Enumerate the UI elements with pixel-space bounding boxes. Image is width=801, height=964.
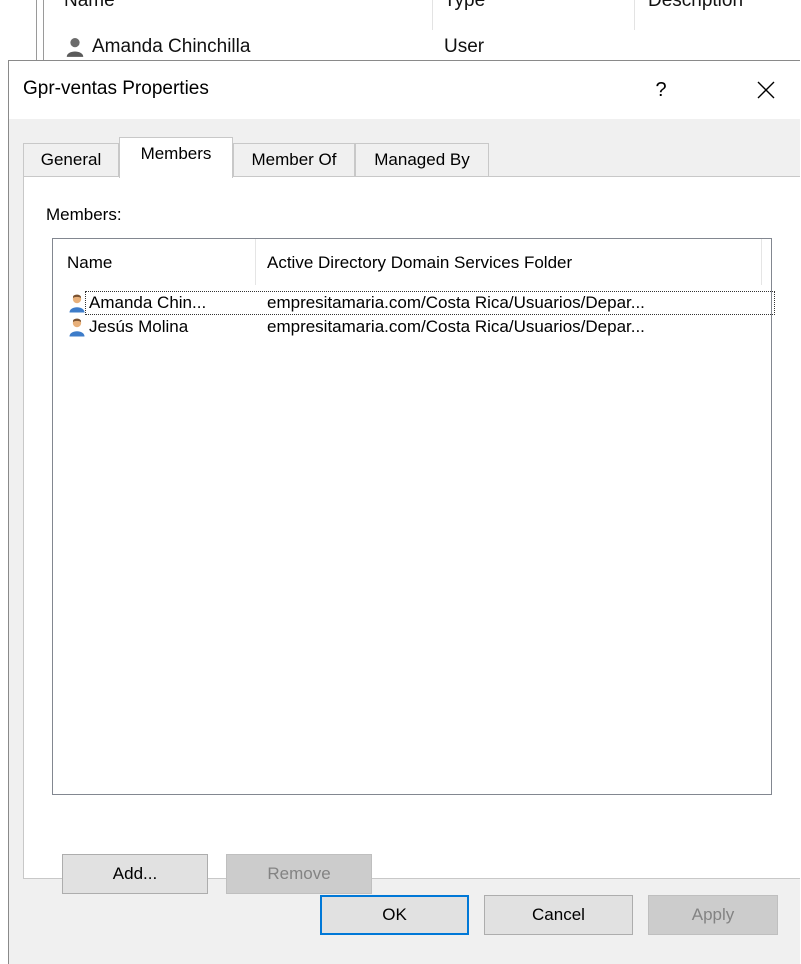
column-separator[interactable] [761,239,762,285]
tab-member-of[interactable]: Member Of [233,143,355,177]
bg-list-item-type: User [444,36,485,57]
bg-column-separator [432,0,433,30]
members-label: Members: [46,205,122,224]
list-item[interactable]: Jesús Molina empresitamaria.com/Costa Ri… [63,315,763,339]
bg-list-item[interactable]: Amanda Chinchilla [64,36,250,58]
members-list[interactable]: Name Active Directory Domain Services Fo… [52,238,775,795]
properties-dialog: Gpr-ventas Properties ? General Members … [8,60,800,964]
member-folder: empresitamaria.com/Costa Rica/Usuarios/D… [267,317,645,336]
tab-managed-by[interactable]: Managed By [355,143,489,177]
user-icon [66,37,84,57]
user-icon [69,294,85,313]
background-list: Name Type Description Amanda Chinchilla … [0,0,801,60]
background-list-border-inner [43,0,44,60]
list-header: Name Active Directory Domain Services Fo… [53,239,771,285]
add-button[interactable]: Add... [62,854,208,894]
user-icon [69,318,85,337]
bg-list-item-name: Amanda Chinchilla [92,36,251,57]
members-tab-panel: Members: Name Active Directory Domain Se… [23,176,800,894]
bg-column-type[interactable]: Type [444,0,485,12]
bg-column-name[interactable]: Name [64,0,115,12]
member-folder: empresitamaria.com/Costa Rica/Usuarios/D… [267,293,645,312]
tab-general[interactable]: General [23,143,119,177]
bg-column-separator [634,0,635,30]
column-header-name[interactable]: Name [67,253,112,273]
cancel-button[interactable]: Cancel [484,895,633,935]
remove-button[interactable]: Remove [226,854,372,894]
apply-button[interactable]: Apply [648,895,778,935]
bg-column-description[interactable]: Description [648,0,743,12]
close-icon [757,81,775,99]
column-header-folder[interactable]: Active Directory Domain Services Folder [267,253,572,273]
column-separator[interactable] [255,239,256,285]
member-name: Jesús Molina [89,317,189,336]
close-button[interactable] [744,71,788,109]
help-button[interactable]: ? [639,71,683,109]
tab-members[interactable]: Members [119,137,233,178]
ok-button[interactable]: OK [320,895,469,935]
dialog-title: Gpr-ventas Properties [23,78,209,99]
member-name: Amanda Chin... [89,293,207,312]
background-list-border [36,0,37,60]
title-bar[interactable]: Gpr-ventas Properties ? [9,61,800,119]
list-item[interactable]: Amanda Chin... empresitamaria.com/Costa … [63,291,775,315]
